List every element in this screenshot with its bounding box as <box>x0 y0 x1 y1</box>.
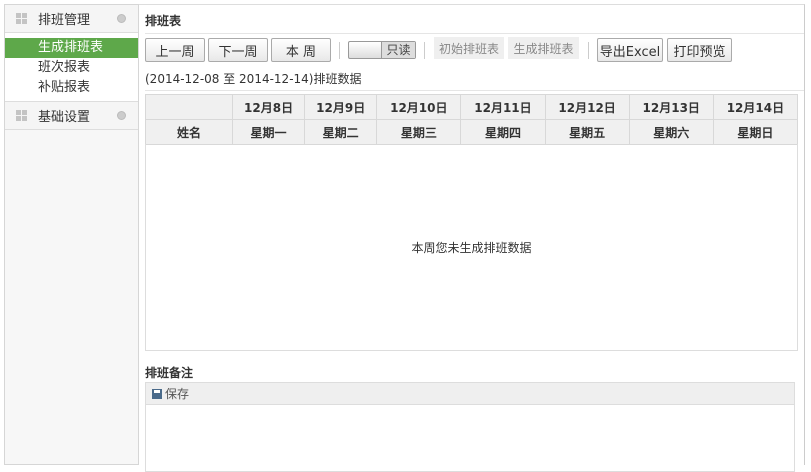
generate-schedule-button[interactable]: 生成排班表 <box>508 37 579 59</box>
date-header: 12月14日 <box>712 94 799 120</box>
sidebar-item-shift-report[interactable]: 班次报表 <box>5 58 138 78</box>
sidebar: 排班管理 生成排班表 班次报表 补贴报表 基础设置 <box>4 4 139 465</box>
prev-week-button[interactable]: 上一周 <box>145 38 205 62</box>
separator <box>588 42 589 59</box>
grid-icon <box>16 13 27 24</box>
page-title: 排班表 <box>145 14 182 28</box>
sidebar-group-schedule[interactable]: 排班管理 <box>5 5 138 33</box>
date-header: 12月13日 <box>628 94 714 120</box>
date-header: 12月11日 <box>460 94 546 120</box>
sidebar-item-generate[interactable]: 生成排班表 <box>5 38 138 58</box>
current-week-button[interactable]: 本 周 <box>271 38 331 62</box>
group-label: 排班管理 <box>38 13 91 28</box>
save-icon[interactable] <box>152 388 162 399</box>
toggle-label: 只读 <box>381 42 415 58</box>
weekday-header: 星期四 <box>460 119 546 145</box>
readonly-toggle[interactable]: 只读 <box>348 41 416 59</box>
print-preview-button[interactable]: 打印预览 <box>667 38 732 62</box>
weekday-header: 星期二 <box>304 119 378 145</box>
save-button[interactable]: 保存 <box>165 385 189 402</box>
weekday-header: 星期五 <box>544 119 630 145</box>
collapse-icon[interactable] <box>117 14 126 23</box>
expand-icon[interactable] <box>117 111 126 120</box>
divider <box>145 33 804 34</box>
name-header: 姓名 <box>145 119 233 145</box>
group-label: 基础设置 <box>38 110 91 125</box>
divider <box>145 90 804 91</box>
grid-icon <box>16 110 27 121</box>
table-body: 本周您未生成排班数据 <box>145 144 798 351</box>
date-header: 12月10日 <box>376 94 462 120</box>
weekday-header: 星期一 <box>231 119 306 145</box>
notes-editor: 保存 <box>145 382 795 472</box>
weekday-header: 星期三 <box>376 119 462 145</box>
date-header: 12月9日 <box>304 94 378 120</box>
separator <box>424 42 425 59</box>
main-panel: 排班表 上一周 下一周 本 周 只读 初始排班表 生成排班表 导出Excel 打… <box>139 4 805 472</box>
export-excel-button[interactable]: 导出Excel <box>597 38 663 62</box>
date-range: (2014-12-08 至 2014-12-14)排班数据 <box>145 72 362 86</box>
schedule-table: 12月8日 12月9日 12月10日 12月11日 12月12日 12月13日 … <box>145 94 799 145</box>
next-week-button[interactable]: 下一周 <box>208 38 268 62</box>
corner-cell <box>145 94 233 120</box>
weekday-header: 星期六 <box>628 119 714 145</box>
sidebar-group-settings[interactable]: 基础设置 <box>5 102 138 130</box>
date-header: 12月8日 <box>231 94 306 120</box>
sidebar-item-allowance-report[interactable]: 补贴报表 <box>5 78 138 98</box>
date-header: 12月12日 <box>544 94 630 120</box>
separator <box>339 42 340 59</box>
notes-toolbar: 保存 <box>146 383 794 405</box>
weekday-header: 星期日 <box>712 119 799 145</box>
notes-title: 排班备注 <box>145 366 194 380</box>
empty-message: 本周您未生成排班数据 <box>411 240 532 255</box>
init-schedule-button[interactable]: 初始排班表 <box>434 37 504 59</box>
notes-textarea[interactable] <box>146 405 794 471</box>
